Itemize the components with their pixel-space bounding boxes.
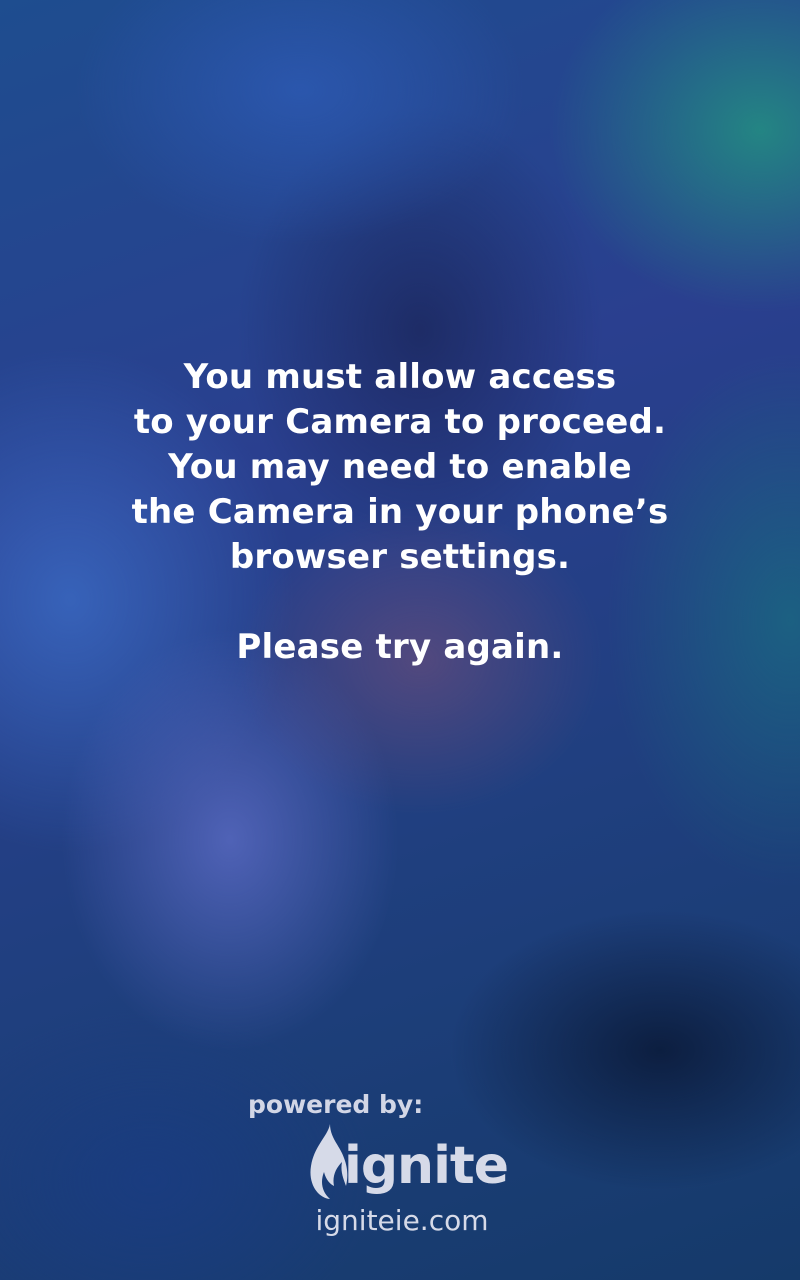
message-line: You must allow access — [183, 357, 617, 397]
powered-by-label: powered by: — [248, 1090, 424, 1119]
logo-wordmark: ignite — [344, 1136, 509, 1196]
message-line: the Camera in your phone’s — [131, 492, 669, 532]
camera-permission-message: You must allow access to your Camera to … — [0, 355, 800, 670]
message-line: You may need to enable — [168, 447, 632, 487]
camera-permission-screen: { "message": { "lines": [ "You must allo… — [0, 0, 800, 1280]
ignite-logo: ignite — [308, 1124, 509, 1202]
flame-icon — [310, 1124, 348, 1199]
website-link[interactable]: igniteie.com — [0, 1203, 800, 1239]
message-spacer — [0, 580, 800, 625]
message-line: browser settings. — [229, 537, 571, 577]
message-line: to your Camera to proceed. — [133, 402, 667, 442]
retry-text: Please try again. — [236, 627, 564, 667]
